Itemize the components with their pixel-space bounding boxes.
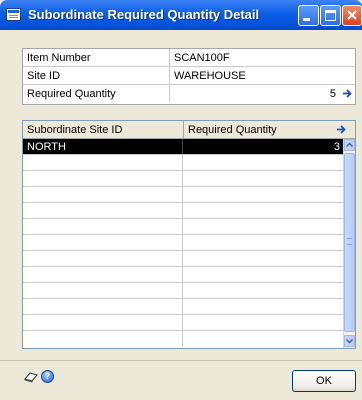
scroll-up-button[interactable] [344,139,355,151]
item-info-panel: Item Number SCAN100F Site ID WAREHOUSE R… [22,48,356,105]
column-header-required-quantity: Required Quantity [188,124,277,136]
minimize-icon [303,18,310,21]
grid-vertical-scrollbar[interactable] [343,139,355,348]
eraser-icon[interactable] [24,370,38,384]
quantity-cell[interactable] [183,315,343,330]
item-number-field[interactable]: SCAN100F [169,49,355,66]
site-id-label: Site ID [27,70,61,82]
table-row[interactable] [23,331,343,347]
quantity-cell[interactable]: 3 [183,139,343,154]
table-row[interactable] [23,267,343,283]
required-quantity-field[interactable]: 5 [169,85,355,102]
quantity-cell[interactable] [183,267,343,282]
site-id-cell[interactable] [23,171,183,186]
chevron-down-icon [345,338,354,344]
footer-divider [0,360,362,361]
scroll-down-button[interactable] [344,335,355,347]
table-row[interactable]: NORTH 3 [23,139,343,155]
column-separator [183,121,184,139]
site-id-value: WAREHOUSE [174,70,246,82]
item-number-label: Item Number [27,52,91,64]
site-id-cell[interactable] [23,331,183,346]
table-row[interactable] [23,219,343,235]
quantity-cell[interactable] [183,171,343,186]
site-id-cell[interactable] [23,235,183,250]
cell-text: 3 [333,141,340,153]
quantity-cell[interactable] [183,155,343,170]
site-id-row: Site ID WAREHOUSE [23,67,355,85]
site-id-field[interactable]: WAREHOUSE [169,67,355,84]
table-row[interactable] [23,171,343,187]
grid-header: Subordinate Site ID Required Quantity [23,121,355,139]
chevron-up-icon [345,142,354,148]
quantity-cell[interactable] [183,331,343,346]
quantity-cell[interactable] [183,219,343,234]
table-row[interactable] [23,299,343,315]
table-row[interactable] [23,235,343,251]
grid-expand-button[interactable] [336,124,348,136]
item-number-row: Item Number SCAN100F [23,49,355,67]
cell-text: NORTH [27,141,66,153]
title-bar[interactable]: Subordinate Required Quantity Detail [0,0,362,30]
subordinate-sites-grid: Subordinate Site ID Required Quantity NO… [22,120,356,349]
site-id-cell[interactable] [23,299,183,314]
close-button[interactable] [342,5,362,26]
table-row[interactable] [23,203,343,219]
required-quantity-value: 5 [329,88,336,100]
maximize-icon [325,10,336,21]
required-quantity-label: Required Quantity [27,88,116,100]
arrow-right-icon [337,125,346,134]
quantity-cell[interactable] [183,203,343,218]
quantity-cell[interactable] [183,299,343,314]
table-row[interactable] [23,315,343,331]
table-row[interactable] [23,155,343,171]
quantity-cell[interactable] [183,235,343,250]
maximize-button[interactable] [320,5,341,26]
site-id-cell[interactable] [23,203,183,218]
site-id-cell[interactable] [23,283,183,298]
site-id-cell[interactable] [23,267,183,282]
quantity-cell[interactable] [183,187,343,202]
table-row[interactable] [23,251,343,267]
dialog-window: Subordinate Required Quantity Detail Ite… [0,0,362,400]
quantity-cell[interactable] [183,251,343,266]
quantity-cell[interactable] [183,283,343,298]
site-id-cell[interactable] [23,187,183,202]
ok-button[interactable]: OK [292,370,356,392]
site-id-cell[interactable]: NORTH [23,139,183,154]
arrow-right-icon [342,89,352,98]
required-quantity-expand-button[interactable] [341,88,353,100]
table-row[interactable] [23,187,343,203]
site-id-cell[interactable] [23,155,183,170]
help-icon[interactable]: ? [41,370,54,383]
column-header-site-id: Subordinate Site ID [27,124,123,136]
required-quantity-row: Required Quantity 5 [23,85,355,104]
scroll-thumb[interactable] [344,153,355,332]
site-id-cell[interactable] [23,251,183,266]
close-icon [347,10,357,20]
site-id-cell[interactable] [23,315,183,330]
site-id-cell[interactable] [23,219,183,234]
item-number-value: SCAN100F [174,52,230,64]
minimize-button[interactable] [298,5,319,26]
window-icon [6,8,21,21]
table-row[interactable] [23,283,343,299]
window-title: Subordinate Required Quantity Detail [28,7,260,22]
